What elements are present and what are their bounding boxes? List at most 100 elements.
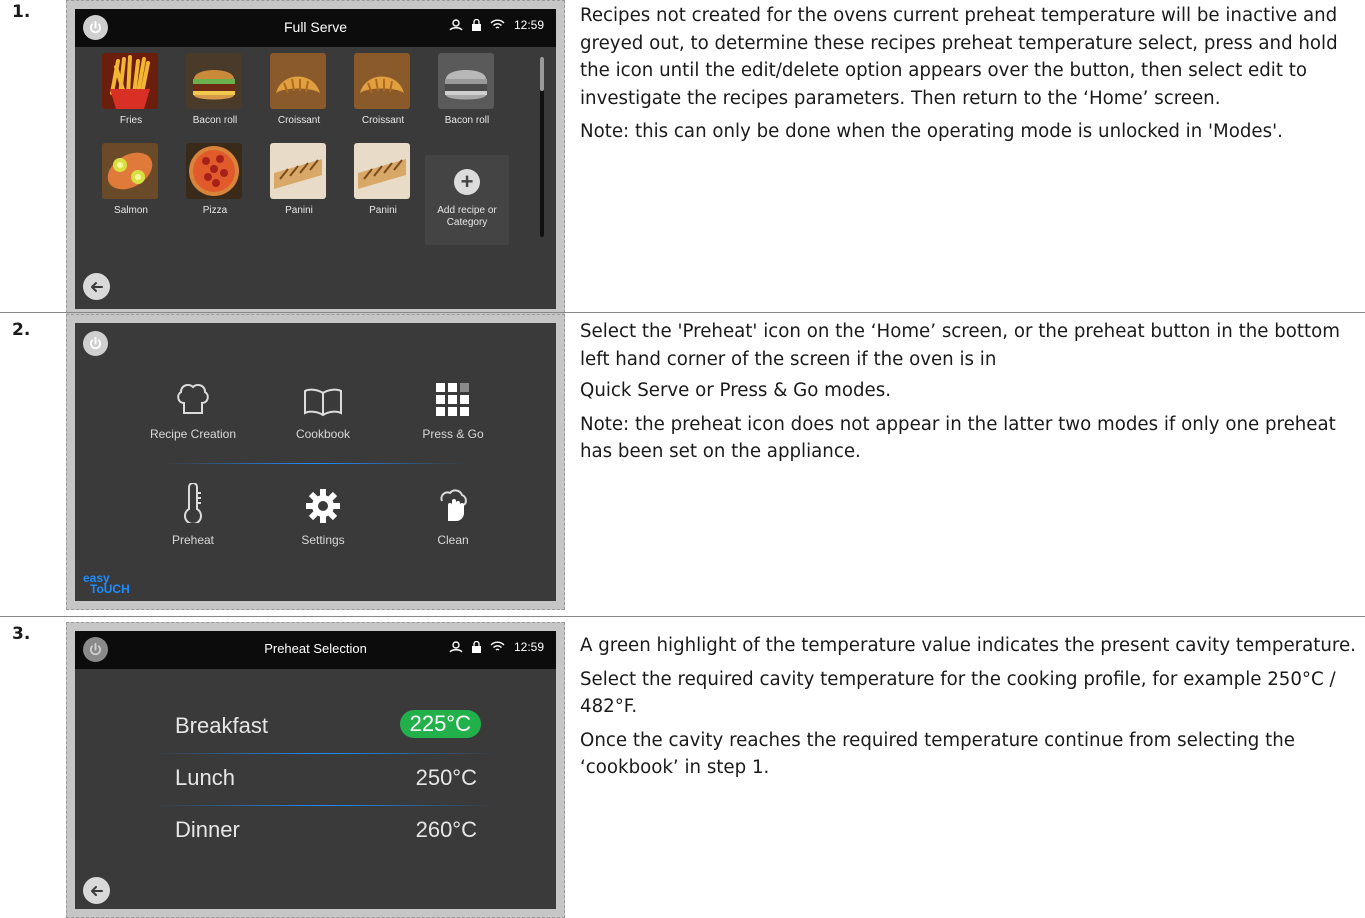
- preheat-option-dinner[interactable]: Dinner 260°C: [175, 813, 481, 849]
- pizza-image: [186, 143, 242, 199]
- option-temp: 250°C: [415, 765, 477, 790]
- back-button[interactable]: [83, 877, 110, 904]
- add-recipe-label: Add recipe or Category: [437, 205, 497, 228]
- grid-icon: [436, 383, 469, 416]
- recipe-label: Bacon roll: [192, 115, 238, 126]
- lock-icon: [471, 19, 481, 31]
- recipe-label: Salmon: [114, 205, 148, 216]
- scrollbar[interactable]: [540, 57, 544, 237]
- option-temp-active: 225°C: [399, 710, 481, 738]
- preheat-option-breakfast[interactable]: Breakfast 225°C: [175, 709, 481, 745]
- menu-press-and-go[interactable]: Press & Go: [393, 377, 513, 441]
- step-description: Recipes not created for the ovens curren…: [580, 2, 1361, 152]
- burger-image-greyed: [438, 53, 494, 109]
- divider: [0, 616, 1365, 617]
- recipe-tile-croissant[interactable]: Croissant: [257, 53, 341, 133]
- lock-icon: [471, 641, 481, 653]
- scrollbar-thumb[interactable]: [540, 57, 544, 91]
- clock: 12:59: [513, 640, 544, 654]
- menu-divider: [165, 463, 465, 464]
- paragraph: Quick Serve or Press & Go modes.: [580, 380, 891, 401]
- recipe-label: Croissant: [277, 115, 321, 126]
- preheat-option-lunch[interactable]: Lunch 250°C: [175, 761, 481, 797]
- screenshot-frame: Full Serve 12:59 Fries Bacon roll Croiss…: [66, 0, 565, 318]
- wifi-icon: [490, 19, 505, 29]
- recipe-label: Fries: [119, 115, 143, 126]
- back-button[interactable]: [83, 273, 110, 300]
- user-icon: [449, 641, 463, 653]
- option-name: Lunch: [175, 765, 235, 790]
- option-name: Dinner: [175, 817, 240, 842]
- croissant-image: [270, 53, 326, 109]
- recipe-tile-panini[interactable]: Panini: [257, 143, 341, 223]
- recipe-tile-bacon-roll[interactable]: Bacon roll: [173, 53, 257, 133]
- recipe-label: Bacon roll: [444, 115, 490, 126]
- fries-image: [102, 53, 158, 109]
- option-name: Breakfast: [175, 713, 268, 738]
- chef-hat-icon: [177, 383, 209, 414]
- panini-image: [354, 143, 410, 199]
- recipe-label: Panini: [285, 205, 313, 216]
- recipe-label: Pizza: [202, 205, 228, 216]
- paragraph: Select the 'Preheat' icon on the ‘Home’ …: [580, 321, 1340, 370]
- menu-preheat[interactable]: Preheat: [133, 483, 253, 547]
- recipe-tile-fries[interactable]: Fries: [89, 53, 173, 133]
- step-1: 1. Full Serve 12:59 Fries Bacon roll Cro…: [0, 0, 1365, 318]
- status-bar: Full Serve 12:59: [75, 9, 556, 47]
- gear-icon: [306, 489, 340, 523]
- power-icon: [89, 336, 102, 350]
- back-arrow-icon: [90, 281, 103, 292]
- power-button[interactable]: [83, 331, 108, 356]
- paragraph: Note: this can only be done when the ope…: [580, 121, 1283, 142]
- clock: 12:59: [513, 18, 544, 32]
- add-recipe-button[interactable]: + Add recipe or Category: [425, 155, 509, 245]
- recipe-label: Panini: [369, 205, 397, 216]
- step-description: A green highlight of the temperature val…: [580, 632, 1361, 788]
- row-divider: [155, 805, 495, 806]
- menu-settings[interactable]: Settings: [263, 483, 383, 547]
- paragraph: Note: the preheat icon does not appear i…: [580, 413, 1336, 463]
- recipe-tile-bacon-roll-greyed[interactable]: Bacon roll: [425, 53, 509, 133]
- clean-hand-icon: [440, 489, 467, 521]
- recipe-tile-croissant-2[interactable]: Croissant: [341, 53, 425, 133]
- burger-image: [186, 53, 242, 109]
- step-3: 3. Preheat Selection 12:59 Breakfast 225…: [0, 622, 1365, 918]
- recipe-tile-salmon[interactable]: Salmon: [89, 143, 173, 223]
- menu-cookbook[interactable]: Cookbook: [263, 377, 383, 441]
- status-icons: 12:59: [449, 18, 544, 32]
- wifi-icon: [490, 641, 505, 651]
- step-number: 3.: [12, 624, 31, 644]
- plus-icon: +: [454, 169, 480, 195]
- divider: [0, 312, 1365, 313]
- salmon-image: [102, 143, 158, 199]
- easy-touch-logo: easy ToUCH: [83, 571, 130, 596]
- recipe-tile-panini-2[interactable]: Panini: [341, 143, 425, 223]
- paragraph: Recipes not created for the ovens curren…: [580, 5, 1338, 109]
- full-serve-screen: Full Serve 12:59 Fries Bacon roll Croiss…: [75, 9, 556, 309]
- croissant-image: [354, 53, 410, 109]
- menu-recipe-creation[interactable]: Recipe Creation: [133, 377, 253, 441]
- panini-image: [270, 143, 326, 199]
- recipe-tile-pizza[interactable]: Pizza: [173, 143, 257, 223]
- user-icon: [449, 19, 463, 31]
- step-2: 2. Recipe Creation Cookbook Press & Go P…: [0, 314, 1365, 618]
- status-bar: Preheat Selection 12:59: [75, 631, 556, 669]
- menu-clean[interactable]: Clean: [393, 483, 513, 547]
- step-number: 1.: [12, 2, 31, 22]
- preheat-selection-screen: Preheat Selection 12:59 Breakfast 225°C …: [75, 631, 556, 909]
- screenshot-frame: Preheat Selection 12:59 Breakfast 225°C …: [66, 622, 565, 918]
- row-divider: [155, 753, 495, 754]
- back-arrow-icon: [90, 885, 103, 896]
- screenshot-frame: Recipe Creation Cookbook Press & Go Preh…: [66, 314, 565, 610]
- status-icons: 12:59: [449, 640, 544, 654]
- thermometer-icon: [184, 483, 202, 523]
- option-temp: 260°C: [415, 817, 477, 842]
- home-screen: Recipe Creation Cookbook Press & Go Preh…: [75, 323, 556, 601]
- paragraph: Select the required cavity temperature f…: [580, 668, 1336, 718]
- paragraph: Once the cavity reaches the required tem…: [580, 729, 1295, 779]
- paragraph: A green highlight of the temperature val…: [580, 635, 1356, 656]
- step-number: 2.: [12, 320, 31, 340]
- book-icon: [304, 388, 342, 417]
- recipe-label: Croissant: [361, 115, 405, 126]
- step-description: Select the 'Preheat' icon on the ‘Home’ …: [580, 318, 1361, 472]
